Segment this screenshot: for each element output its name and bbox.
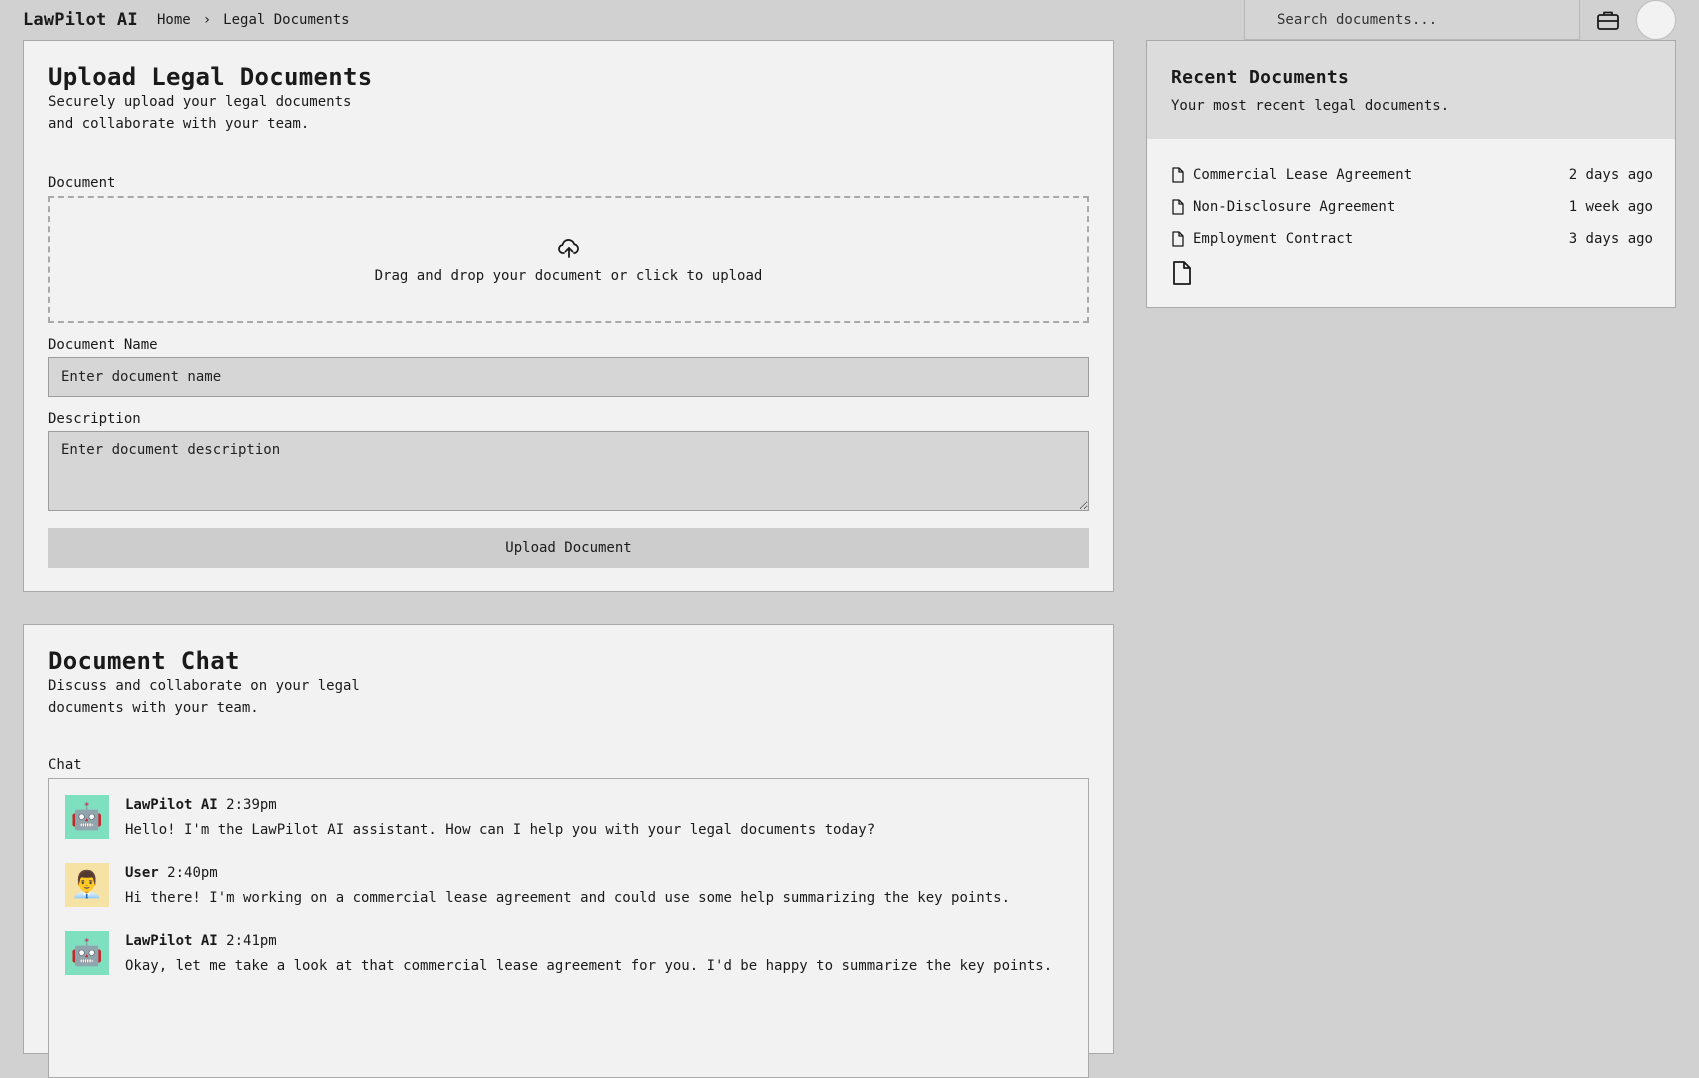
chevron-right-icon: › [202, 12, 212, 28]
message-time: 2:39pm [226, 797, 277, 813]
breadcrumb: Home › Legal Documents [157, 12, 350, 28]
dropzone-text: Drag and drop your document or click to … [374, 267, 763, 284]
chat-message: 🤖 LawPilot AI 2:41pm Okay, let me take a… [65, 931, 1052, 975]
message-author: LawPilot AI [125, 933, 218, 949]
document-name-label: Document Name [48, 337, 158, 353]
recent-documents-card: Recent Documents Your most recent legal … [1146, 40, 1676, 308]
chat-message: 🤖 LawPilot AI 2:39pm Hello! I'm the LawP… [65, 795, 875, 839]
message-time: 2:41pm [226, 933, 277, 949]
recent-item[interactable]: Non-Disclosure Agreement 1 week ago [1171, 191, 1653, 223]
message-author: LawPilot AI [125, 797, 218, 813]
chat-subtitle: Discuss and collaborate on your legal do… [48, 678, 360, 716]
recent-item-time: 2 days ago [1568, 167, 1653, 183]
search-input[interactable] [1245, 0, 1579, 39]
recent-header: Recent Documents Your most recent legal … [1147, 41, 1675, 139]
document-name-input[interactable] [48, 357, 1089, 397]
recent-item-name: Employment Contract [1193, 231, 1354, 247]
document-label: Document [48, 175, 116, 191]
briefcase-icon [1597, 11, 1619, 30]
description-textarea[interactable] [48, 431, 1089, 511]
recent-item-time: 1 week ago [1568, 199, 1653, 215]
bot-avatar: 🤖 [65, 931, 109, 975]
upload-subtitle: Securely upload your legal documents and… [48, 94, 352, 132]
chat-messages[interactable]: 🤖 LawPilot AI 2:39pm Hello! I'm the LawP… [48, 778, 1089, 1078]
chat-title: Document Chat [48, 647, 240, 675]
breadcrumb-current: Legal Documents [223, 12, 350, 28]
recent-item-time: 3 days ago [1568, 231, 1653, 247]
file-icon [1172, 167, 1184, 183]
description-label: Description [48, 411, 141, 427]
top-bar: LawPilot AI Home › Legal Documents [0, 0, 1699, 40]
bot-avatar: 🤖 [65, 795, 109, 839]
upload-title: Upload Legal Documents [48, 63, 373, 91]
search-box [1244, 0, 1580, 40]
upload-document-button[interactable]: Upload Document [48, 528, 1089, 568]
message-text: Hello! I'm the LawPilot AI assistant. Ho… [125, 822, 876, 838]
message-text: Okay, let me take a look at that commerc… [125, 958, 1053, 974]
recent-item-name: Commercial Lease Agreement [1193, 167, 1413, 183]
chat-card: Document Chat Discuss and collaborate on… [23, 624, 1114, 1078]
upload-card: Upload Legal Documents Securely upload y… [23, 40, 1114, 592]
file-icon [1172, 199, 1184, 215]
brand-logo[interactable]: LawPilot AI [23, 10, 138, 30]
user-avatar[interactable] [1636, 0, 1676, 40]
file-icon [1173, 261, 1191, 285]
cloud-upload-icon [557, 238, 579, 258]
chat-label: Chat [48, 757, 82, 773]
briefcase-button[interactable] [1594, 7, 1622, 33]
message-text: Hi there! I'm working on a commercial le… [125, 890, 1011, 906]
recent-list: Commercial Lease Agreement 2 days ago No… [1171, 159, 1653, 255]
message-time: 2:40pm [167, 865, 218, 881]
chat-message: 👨‍💼 User 2:40pm Hi there! I'm working on… [65, 863, 1010, 907]
breadcrumb-home[interactable]: Home [157, 12, 191, 28]
file-dropzone[interactable]: Drag and drop your document or click to … [48, 196, 1089, 323]
user-avatar-icon: 👨‍💼 [65, 863, 109, 907]
more-documents-button[interactable] [1171, 260, 1193, 290]
recent-item[interactable]: Employment Contract 3 days ago [1171, 223, 1653, 255]
message-author: User [125, 865, 159, 881]
recent-subtitle: Your most recent legal documents. [1171, 98, 1450, 114]
file-icon [1172, 231, 1184, 247]
recent-item[interactable]: Commercial Lease Agreement 2 days ago [1171, 159, 1653, 191]
recent-title: Recent Documents [1171, 67, 1350, 88]
recent-item-name: Non-Disclosure Agreement [1193, 199, 1396, 215]
